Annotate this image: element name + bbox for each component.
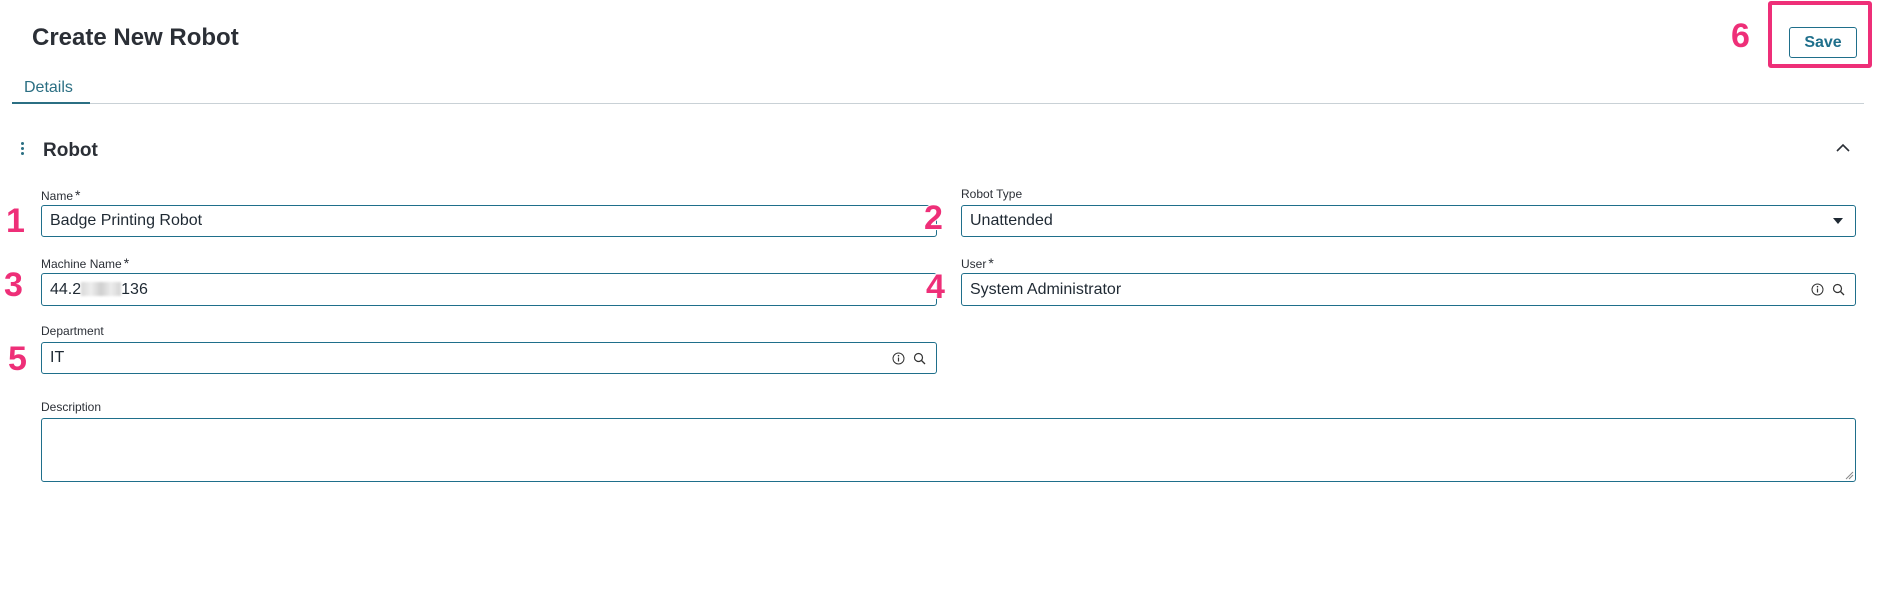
resize-handle-icon[interactable] [1844,470,1854,480]
vertical-dots-icon[interactable] [21,142,25,157]
description-label: Description [41,400,102,414]
callout-6: 6 [1730,16,1751,56]
machine-name-label: Machine Name * [41,255,130,271]
section-title: Robot [43,140,98,161]
user-label: User * [961,255,994,271]
callout-4: 4 [925,267,946,307]
user-value: System Administrator [970,280,1122,298]
department-value: IT [50,349,65,366]
robot-type-value: Unattended [970,212,1053,229]
callout-1: 1 [5,201,26,241]
search-icon[interactable] [1832,283,1845,296]
department-label: Department [41,324,104,338]
tab-divider [12,103,1864,104]
chevron-up-icon[interactable] [1834,139,1852,157]
robot-type-label: Robot Type [961,187,1023,201]
machine-name-value: 44.2 136 [50,280,148,298]
info-icon[interactable] [1811,283,1824,296]
redacted-block [81,282,122,297]
user-field[interactable]: System Administrator [961,273,1856,306]
machine-name-field[interactable]: 44.2 136 [41,273,937,306]
tab-active-indicator [12,102,90,104]
page-title: Create New Robot [32,24,239,51]
description-textarea[interactable] [41,418,1856,482]
info-icon[interactable] [892,352,905,365]
tab-details[interactable]: Details [24,79,73,97]
save-button[interactable]: Save [1789,27,1857,58]
department-field[interactable]: IT [41,342,937,374]
name-label: Name * [41,187,81,203]
search-icon[interactable] [913,352,926,365]
callout-3: 3 [3,265,24,305]
name-value: Badge Printing Robot [50,212,203,229]
name-field[interactable]: Badge Printing Robot [41,205,937,237]
robot-type-select[interactable]: Unattended [961,205,1856,237]
callout-2: 2 [923,198,944,238]
callout-5: 5 [7,339,28,379]
caret-down-icon [1833,218,1843,224]
